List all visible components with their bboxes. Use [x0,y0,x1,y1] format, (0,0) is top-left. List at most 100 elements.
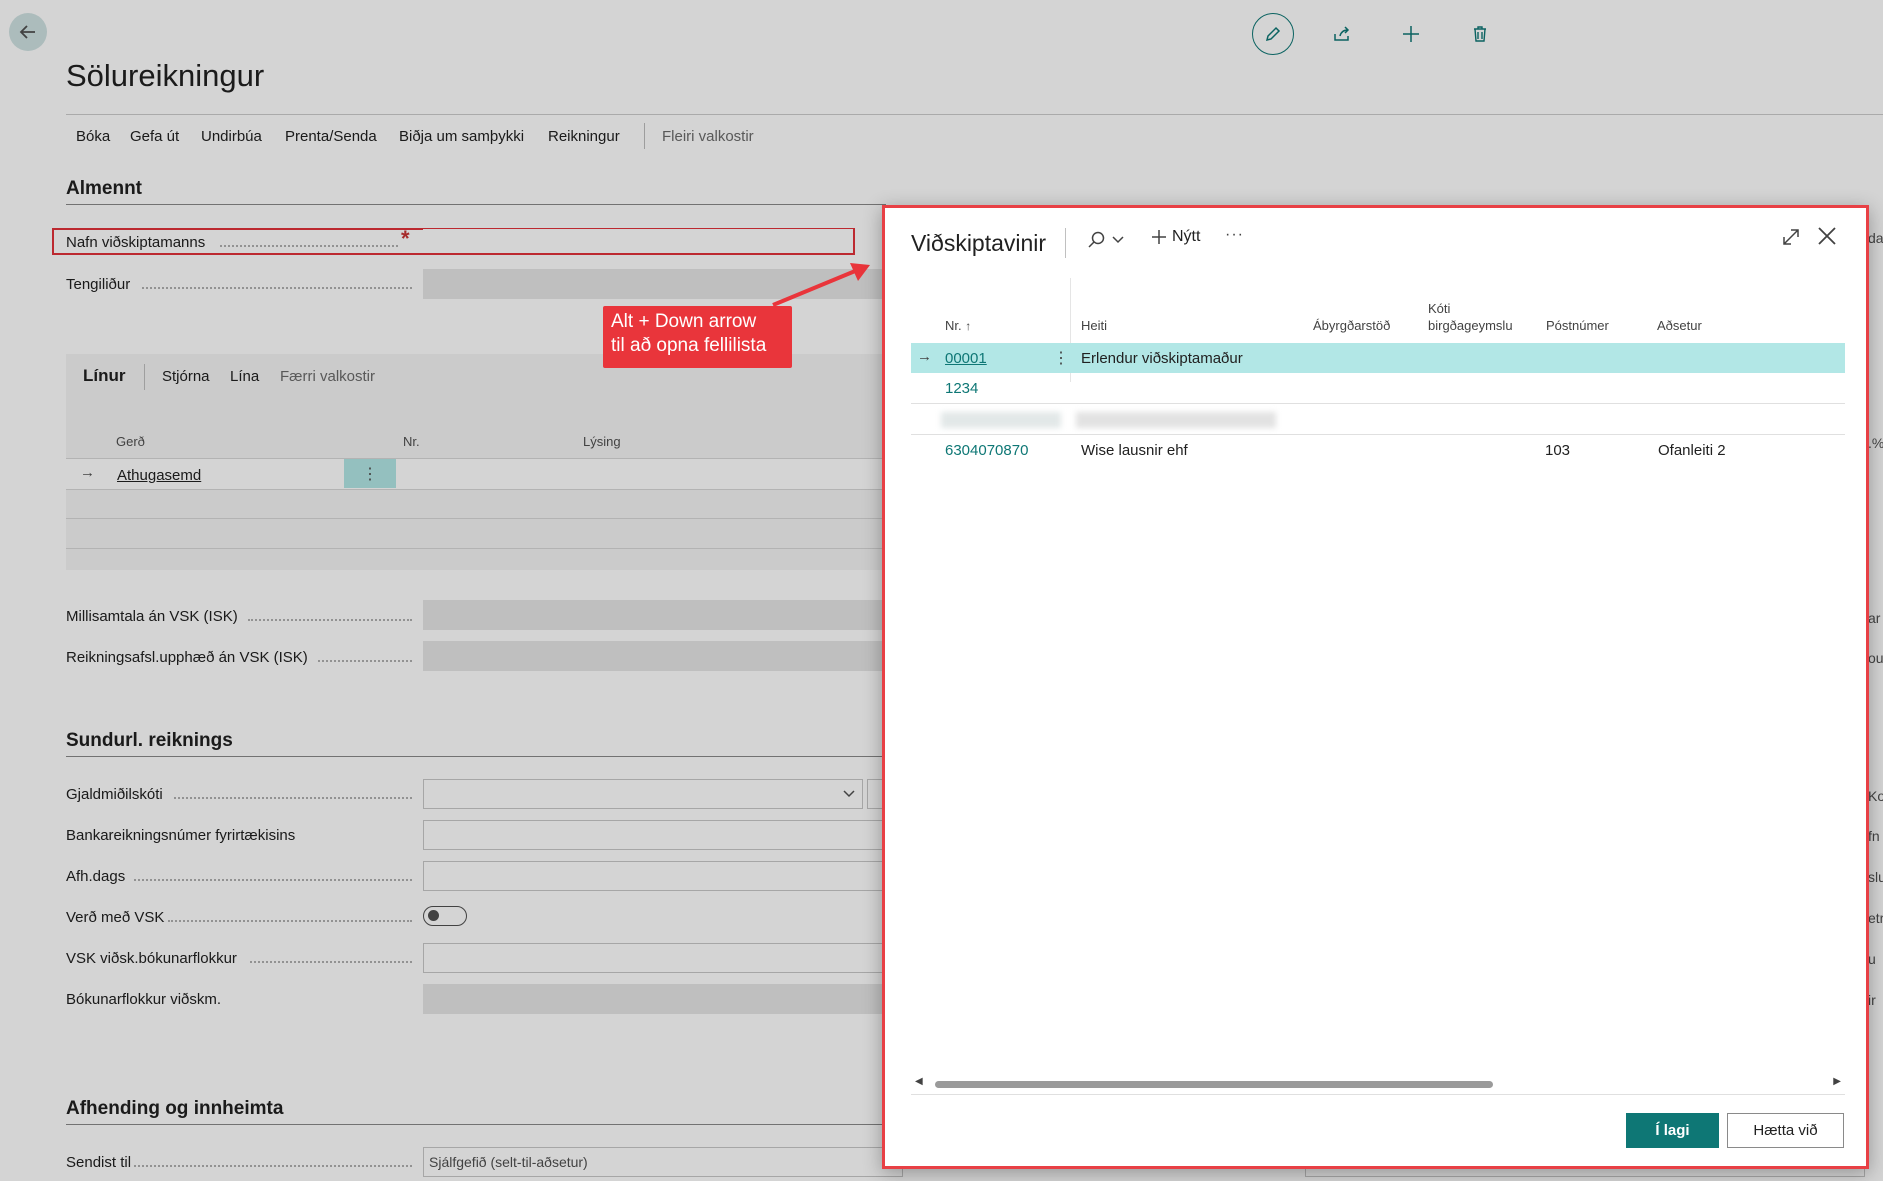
grid-line [66,548,886,549]
row-address: Ofanleiti 2 [1658,442,1726,459]
right-edge-fragment: etr [1868,910,1883,926]
list-row[interactable]: 1234 [911,373,1845,404]
back-button[interactable] [9,13,47,51]
chevron-down-icon [1112,236,1124,244]
action-bar: Bóka Gefa út Undirbúa Prenta/Senda Biðja… [66,114,1883,159]
col-header-responsibility-center[interactable]: Ábyrgðarstöð [1313,317,1390,334]
col-header-post-code[interactable]: Póstnúmer [1546,317,1609,334]
lines-col-no[interactable]: Nr. [403,434,420,449]
action-separator [644,123,645,149]
sort-ascending-icon: ↑ [965,319,972,333]
blurred-value [941,412,1061,428]
col-header-location-code[interactable]: Kóti birgðageymslu [1428,300,1513,334]
subtotal-field [423,600,883,630]
currency-code-label: Gjaldmiðilskóti [66,786,163,803]
lines-row-type[interactable]: Athugasemd [117,467,201,484]
row-arrow-icon: → [917,348,932,365]
pencil-icon [1265,26,1281,42]
customer-lookup-dialog: Viðskiptavinir Nýtt ··· Nr. ↑ Heiti Ábyr… [882,205,1869,1169]
lines-heading[interactable]: Línur [83,366,126,386]
expand-button[interactable] [1780,226,1802,253]
lines-fewer-options[interactable]: Færri valkostir [280,368,375,385]
delete-button[interactable] [1458,12,1502,56]
col-header-location-code-line1: Kóti [1428,301,1451,316]
cancel-button[interactable]: Hætta við [1727,1113,1844,1148]
dotted-leader [168,919,412,922]
plus-icon [1152,230,1166,244]
horizontal-scrollbar[interactable]: ◀ ▶ [911,1076,1845,1092]
ship-to-select[interactable]: Sjálfgefið (selt-til-aðsetur) [423,1147,903,1177]
row-no[interactable]: 1234 [945,380,978,397]
action-prepare[interactable]: Undirbúa [201,128,262,145]
required-indicator: * [401,226,410,251]
share-button[interactable] [1320,12,1364,56]
section-shipping-heading[interactable]: Afhending og innheimta [66,1098,283,1120]
section-invoice-details-heading[interactable]: Sundurl. reiknings [66,730,233,752]
lines-col-description[interactable]: Lýsing [583,434,621,449]
bank-account-field[interactable] [423,820,885,850]
right-edge-fragment: .% [1868,435,1883,451]
lines-manage[interactable]: Stjórna [162,368,210,385]
section-general-heading[interactable]: Almennt [66,178,142,200]
callout-arrow-icon [772,263,870,307]
action-release[interactable]: Gefa út [130,128,179,145]
customer-name-input[interactable] [423,229,853,253]
dotted-leader [142,286,412,289]
right-edge-fragment: u [1868,951,1876,967]
right-edge-fragment: ou [1868,650,1883,666]
new-customer-label: Nýtt [1172,228,1201,245]
list-row[interactable]: → 00001 ⋮ Erlendur viðskiptamaður [911,343,1845,373]
row-menu-button[interactable]: ⋮ [344,459,396,488]
subtotal-label: Millisamtala án VSK (ISK) [66,608,238,625]
footer-divider [911,1094,1845,1095]
lines-line[interactable]: Lína [230,368,259,385]
scroll-right-icon[interactable]: ▶ [1833,1076,1841,1087]
edit-button[interactable] [1252,13,1294,55]
row-post-code: 103 [1545,442,1571,459]
search-button[interactable] [1087,230,1125,250]
vat-bus-posting-group-field[interactable] [423,943,885,973]
right-edge-fragment: fn [1868,828,1880,844]
action-more-options[interactable]: Fleiri valkostir [662,128,754,145]
list-row[interactable]: 6304070870 Wise lausnir ehf 103 Ofanleit… [911,435,1845,465]
price-incl-vat-toggle[interactable] [423,906,467,926]
col-header-no[interactable]: Nr. ↑ [945,317,971,335]
close-button[interactable] [1815,224,1839,253]
new-button[interactable] [1389,12,1433,56]
col-header-name[interactable]: Heiti [1081,317,1107,334]
dotted-leader [174,796,412,799]
search-icon [1088,231,1105,248]
delivery-date-field[interactable] [423,861,885,891]
row-no[interactable]: 6304070870 [945,442,1028,459]
action-request-approval[interactable]: Biðja um samþykki [399,128,524,145]
chevron-down-icon [843,790,855,798]
more-options-button[interactable]: ··· [1225,226,1244,244]
price-incl-vat-label: Verð með VSK [66,909,165,926]
action-invoice[interactable]: Reikningur [548,128,620,145]
share-icon [1334,26,1350,41]
col-header-address[interactable]: Aðsetur [1657,317,1702,334]
currency-code-select[interactable] [423,779,863,809]
right-edge-fragment: ar [1868,610,1881,626]
lines-col-type[interactable]: Gerð [116,434,145,449]
ship-to-label: Sendist til [66,1154,132,1171]
callout-line-1: Alt + Down arrow [611,311,757,332]
ok-button[interactable]: Í lagi [1626,1113,1719,1148]
close-icon [1818,227,1836,245]
action-post[interactable]: Bóka [76,128,110,145]
scroll-left-icon[interactable]: ◀ [915,1076,923,1087]
page-title: Sölureikningur [66,58,265,93]
customer-name-label: Nafn viðskiptamanns [66,234,206,251]
col-header-location-code-line2: birgðageymslu [1428,318,1513,333]
row-menu-button[interactable]: ⋮ [1053,348,1069,368]
right-edge-fragment: Ko [1868,788,1883,804]
dotted-leader [220,244,398,247]
dialog-title: Viðskiptavinir [911,230,1047,256]
section-divider [66,756,886,757]
row-no[interactable]: 00001 [945,350,987,367]
action-print-send[interactable]: Prenta/Senda [285,128,377,145]
new-customer-button[interactable]: Nýtt [1150,228,1200,246]
right-edge-fragment: ir [1868,992,1876,1008]
list-row[interactable] [911,404,1845,435]
scrollbar-thumb[interactable] [935,1081,1493,1088]
